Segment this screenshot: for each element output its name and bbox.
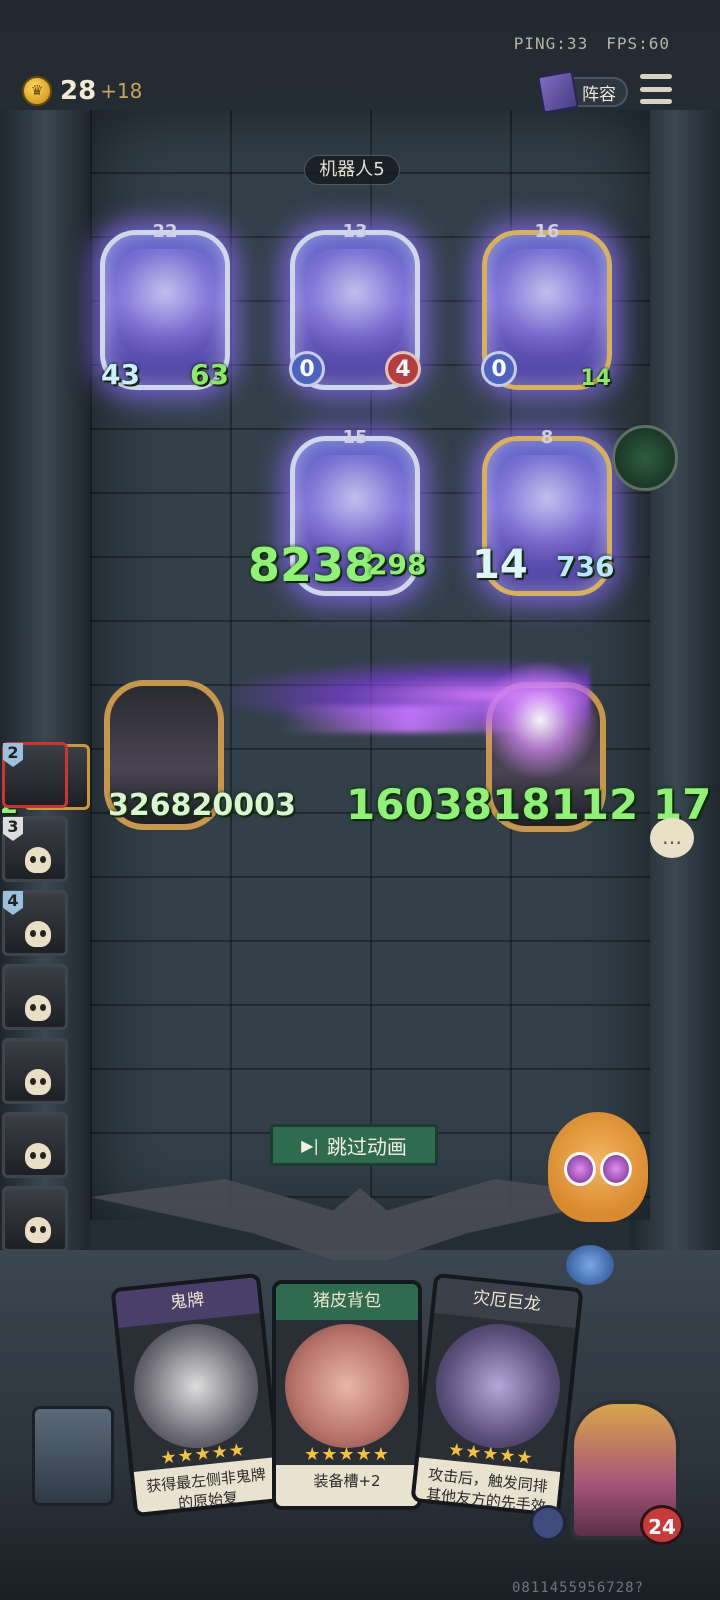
card-level: 15: [342, 427, 368, 448]
skip-animation-button[interactable]: ▶| 跳过动画: [270, 1124, 438, 1166]
left-damage-number: 326820003: [108, 788, 296, 823]
roster-item[interactable]: [2, 1038, 68, 1104]
player-health: 24: [640, 1505, 684, 1545]
roster-rank: 4: [3, 891, 23, 915]
skull-icon: [25, 1143, 51, 1169]
shop-card-art: [285, 1324, 409, 1448]
shop-card-stars: ★★★★★: [304, 1444, 390, 1465]
shop-card-1[interactable]: 鬼牌 ★★★★★ 获得最左侧非鬼牌的原始复: [110, 1272, 284, 1518]
card-level: 22: [152, 221, 178, 242]
lineup-button[interactable]: 阵容: [536, 70, 628, 114]
roster-item[interactable]: [2, 964, 68, 1030]
skull-icon: [25, 847, 51, 873]
card-health: 14: [580, 366, 611, 391]
roster-item[interactable]: [2, 1186, 68, 1252]
player-roster: 1 2 3 4: [0, 668, 90, 1260]
gold-income: +18: [100, 79, 143, 103]
shop-card-title: 鬼牌: [114, 1277, 260, 1328]
card-level: 13: [342, 221, 368, 242]
roster-rank: 3: [3, 817, 23, 841]
shop-card-desc: 装备槽+2: [276, 1465, 418, 1506]
card-level: 16: [534, 221, 560, 242]
roster-item[interactable]: 4: [2, 890, 68, 956]
roster-item[interactable]: [2, 1112, 68, 1178]
opponent-portrait[interactable]: [612, 425, 678, 491]
gold-value: 28: [60, 76, 97, 106]
card-health-large: 736: [556, 550, 615, 583]
skull-icon: [25, 995, 51, 1021]
fps-text: FPS:60: [606, 34, 670, 53]
shop-card-art: [127, 1317, 265, 1455]
chat-icon[interactable]: …: [650, 818, 694, 858]
book-icon: [536, 70, 580, 114]
shop-card-title: 灾厄巨龙: [434, 1277, 580, 1328]
ping-text: PING:33: [513, 34, 589, 53]
card-health: 63: [190, 358, 229, 391]
card-attack: 0: [481, 351, 517, 387]
roster-rank: 2: [3, 743, 23, 767]
enemy-card-3[interactable]: 16 0 14: [481, 221, 612, 391]
network-stats: PING:33 FPS:60: [496, 34, 670, 53]
lineup-label: 阵容: [582, 84, 616, 105]
card-art: [307, 249, 403, 355]
card-health-large: 298: [368, 548, 427, 581]
merchant-portrait[interactable]: [32, 1406, 114, 1506]
user-id: 0811455956728?: [512, 1580, 645, 1596]
shop-card-title: 猪皮背包: [276, 1284, 418, 1320]
enemy-card-2[interactable]: 13 0 4: [289, 221, 421, 390]
card-attack: 0: [289, 351, 325, 387]
card-attack-large: 14: [472, 542, 528, 588]
impact-effect: [480, 660, 600, 780]
roster-item[interactable]: 3: [2, 816, 68, 882]
shop-card-2[interactable]: 猪皮背包 ★★★★★ 装备槽+2: [272, 1280, 422, 1510]
opponent-name: 机器人5: [304, 155, 400, 185]
crown-coin-icon: ♛: [22, 76, 52, 106]
enemy-card-1[interactable]: 22 43 63: [100, 221, 230, 391]
skull-icon: [25, 1217, 51, 1243]
fish-icon: [566, 1245, 614, 1285]
cat-mascot[interactable]: [548, 1112, 648, 1222]
hamburger-menu-icon[interactable]: [640, 74, 672, 104]
card-art: [499, 249, 595, 355]
roster-item[interactable]: 2: [2, 742, 68, 808]
shop-card-art: [429, 1317, 567, 1455]
card-art: [117, 249, 213, 355]
card-attack: 43: [101, 358, 140, 391]
shield-icon[interactable]: [530, 1505, 566, 1541]
game-scene: PING:33 FPS:60 ♛ 28 +18 阵容 机器人5 22 43 63 …: [0, 0, 720, 1600]
card-attack-large: 8238: [248, 538, 377, 592]
right-damage-number: 1603818112 17: [346, 780, 712, 829]
skull-icon: [25, 921, 51, 947]
play-next-icon: ▶|: [301, 1135, 319, 1155]
gold-counter: ♛ 28 +18: [22, 76, 142, 106]
card-health: 4: [385, 351, 421, 387]
card-level: 8: [540, 427, 554, 448]
skip-label: 跳过动画: [326, 1134, 407, 1159]
skull-icon: [25, 1069, 51, 1095]
shop-card-3[interactable]: 灾厄巨龙 ★★★★★ 攻击后，触发同排其他友方的先手效: [410, 1272, 584, 1518]
